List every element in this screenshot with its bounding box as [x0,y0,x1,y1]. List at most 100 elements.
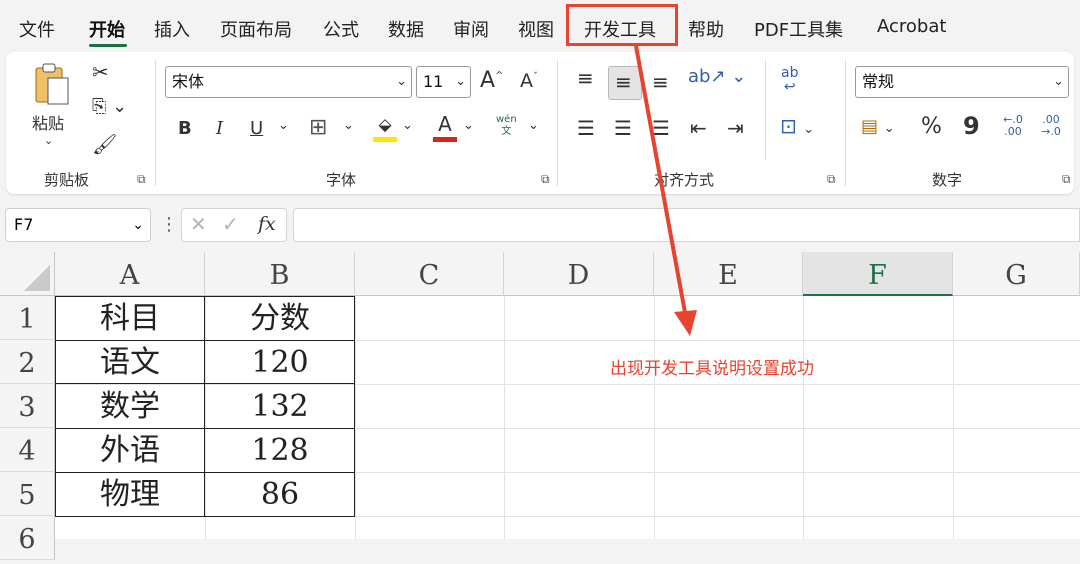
tab-view[interactable]: 视图 [518,16,554,42]
font-shrink-icon[interactable]: Aˇ [520,70,538,92]
row-header[interactable]: 5 [0,472,55,516]
column-header[interactable]: C [355,252,504,296]
active-tab-indicator [89,44,127,47]
gridline [953,296,954,539]
tab-acrobat[interactable]: Acrobat [877,16,946,37]
merge-center-icon[interactable]: ⊡ ⌄ [780,114,814,138]
tab-review[interactable]: 审阅 [453,16,489,42]
underline-dropdown-icon[interactable]: ⌄ [278,118,289,133]
row-header[interactable]: 6 [0,516,55,560]
column-header[interactable]: D [504,252,654,296]
decrease-indent-icon[interactable]: ⇤ [690,116,707,140]
increase-decimal-button[interactable]: ←.0 .00 [998,114,1028,138]
group-separator [155,60,156,186]
underline-button[interactable]: U [250,118,263,139]
alignment-launcher-icon[interactable]: ⧉ [827,172,836,187]
ribbon-tab-bar: 文件 开始 插入 页面布局 公式 数据 审阅 视图 开发工具 帮助 PDF工具集… [0,0,1080,50]
cut-icon[interactable]: ✂ [92,60,109,84]
tab-page-layout[interactable]: 页面布局 [220,16,292,42]
row-header[interactable]: 4 [0,428,55,472]
font-launcher-icon[interactable]: ⧉ [541,172,550,187]
column-header[interactable]: G [953,252,1080,296]
cancel-icon[interactable]: ✕ [190,212,207,236]
gridline [654,296,655,539]
tab-formulas[interactable]: 公式 [323,16,359,42]
accounting-format-icon[interactable]: ▤ ⌄ [861,116,895,137]
tab-data[interactable]: 数据 [388,16,424,42]
borders-icon[interactable]: ⊞ [309,115,327,140]
orientation-icon[interactable]: ab↗ ⌄ [688,66,746,87]
insert-function-icon[interactable]: fx [258,213,276,235]
fill-color-dropdown-icon[interactable]: ⌄ [402,118,413,133]
cell-B1[interactable]: 分数 [205,296,355,340]
comma-style-button[interactable]: 9 [963,112,980,140]
increase-indent-icon[interactable]: ⇥ [727,116,744,140]
cell-B3[interactable]: 132 [205,384,355,428]
row-header[interactable]: 3 [0,384,55,428]
developer-tab-highlight [566,4,678,46]
tab-file[interactable]: 文件 [19,16,55,42]
more-options-icon[interactable]: ⋮ [160,214,178,235]
column-header[interactable]: A [55,252,205,296]
paste-label[interactable]: 粘贴 [32,110,64,134]
column-header[interactable]: E [654,252,803,296]
select-all-corner[interactable] [0,252,55,296]
tab-home[interactable]: 开始 [89,16,125,42]
paste-dropdown-icon[interactable]: ⌄ [44,134,53,147]
formula-input[interactable] [293,208,1080,242]
clipboard-launcher-icon[interactable]: ⧉ [137,172,146,187]
bold-button[interactable]: B [178,118,192,139]
cell-B4[interactable]: 128 [205,428,355,472]
worksheet: A B C D E F G 1 2 3 4 5 6 科目 分数 语文 120 数… [0,252,1080,560]
enter-icon[interactable]: ✓ [222,212,239,236]
phonetic-dropdown-icon[interactable]: ⌄ [528,118,539,133]
wrap-text-icon[interactable]: ab ↩ [781,66,798,94]
align-top-icon[interactable]: ≡ [577,66,594,90]
gridline [803,296,804,539]
number-launcher-icon[interactable]: ⧉ [1062,172,1071,187]
gridline [355,296,356,539]
cell-B5[interactable]: 86 [205,472,355,516]
font-color-icon[interactable]: A [433,112,457,142]
font-color-dropdown-icon[interactable]: ⌄ [463,118,474,133]
column-header[interactable]: B [205,252,355,296]
number-format-select[interactable]: 常规 ⌄ [855,66,1069,98]
column-header-selected[interactable]: F [803,252,953,296]
cell-A3[interactable]: 数学 [55,384,205,428]
align-bottom-icon[interactable]: ≡ [652,70,669,94]
row-header[interactable]: 2 [0,340,55,384]
italic-button[interactable]: I [216,118,223,139]
alignment-group-label: 对齐方式 [654,171,715,189]
name-box[interactable]: F7 ⌄ [5,208,151,242]
tab-help[interactable]: 帮助 [688,16,724,42]
copy-icon[interactable]: ⎘ ⌄ [92,96,127,117]
clipboard-group-label: 剪贴板 [44,171,90,189]
align-center-icon[interactable]: ☰ [614,116,632,140]
format-painter-icon[interactable]: 🖌 [92,132,117,156]
phonetic-guide-icon[interactable]: wén 文 [496,114,517,138]
tab-insert[interactable]: 插入 [154,16,190,42]
group-separator-inner [765,60,766,160]
font-grow-icon[interactable]: A^ [480,68,503,93]
borders-dropdown-icon[interactable]: ⌄ [343,118,354,133]
cell-A1[interactable]: 科目 [55,296,205,340]
cell-A4[interactable]: 外语 [55,428,205,472]
group-separator [845,60,846,186]
tab-pdf-tools[interactable]: PDF工具集 [754,16,843,42]
gridline [504,296,505,539]
cell-A5[interactable]: 物理 [55,472,205,516]
font-name-select[interactable]: 宋体 ⌄ [165,66,412,98]
cell-B2[interactable]: 120 [205,340,355,384]
percent-button[interactable]: % [921,114,942,139]
align-right-icon[interactable]: ☰ [652,116,670,140]
align-middle-button[interactable]: ≡ [608,66,642,100]
fill-color-icon[interactable]: ⬙ [373,114,397,142]
ribbon-panel: 粘贴 ⌄ ✂ ⎘ ⌄ 🖌 剪贴板 ⧉ 宋体 ⌄ 11 ⌄ A^ Aˇ B I U ⌄… [6,52,1074,194]
annotation-text: 出现开发工具说明设置成功 [610,359,814,379]
row-header[interactable]: 1 [0,296,55,340]
align-left-icon[interactable]: ☰ [577,116,595,140]
cell-A2[interactable]: 语文 [55,340,205,384]
paste-icon[interactable] [32,62,72,106]
decrease-decimal-button[interactable]: .00 →.0 [1036,114,1066,138]
font-size-select[interactable]: 11 ⌄ [416,66,471,98]
